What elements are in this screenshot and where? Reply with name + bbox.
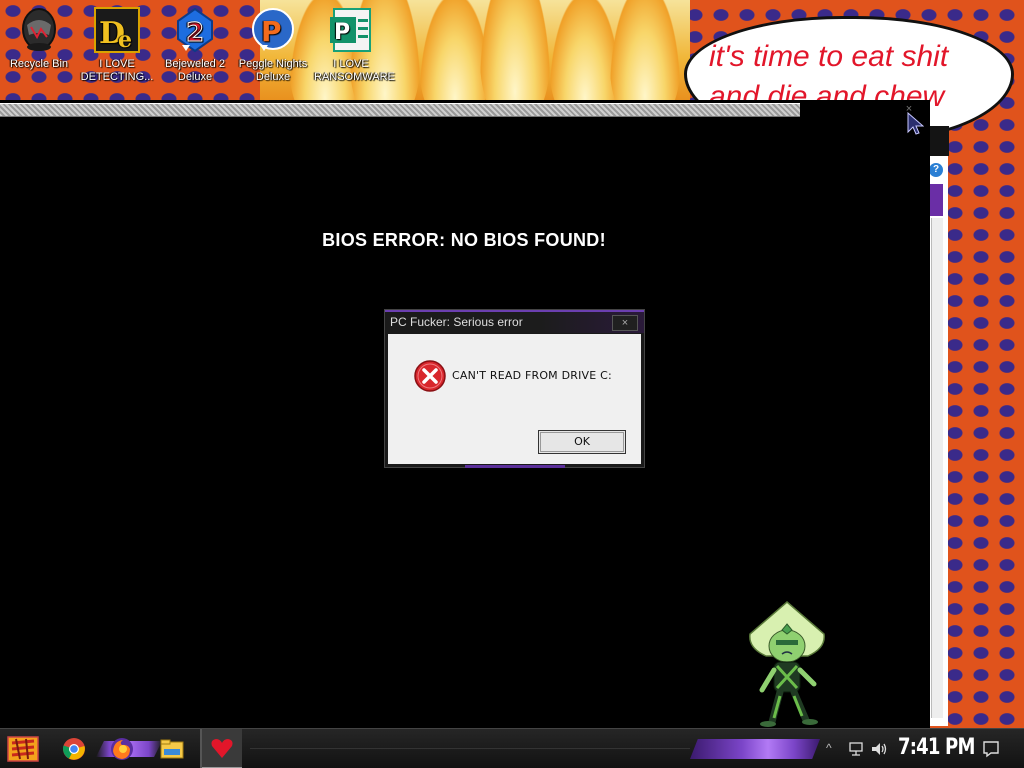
help-icon[interactable]: ? [929,163,943,177]
notification-icon[interactable] [982,740,1000,758]
dialog-title: PC Fucker: Serious error [390,315,523,329]
error-icon [414,360,446,392]
peggle-icon: P [249,6,297,54]
svg-text:e: e [118,27,132,53]
desktop-icon-detective[interactable]: D e I LOVE DETECTING... [80,6,154,84]
svg-text:P: P [334,20,350,45]
error-dialog: PC Fucker: Serious error × CAN'T READ FR… [384,309,645,468]
taskbar-clock[interactable]: 7:41 PM [898,735,975,760]
svg-text:2: 2 [186,18,204,48]
mouse-cursor-icon [907,112,924,135]
desktop-icon-label: I LOVE DETECTING... [80,58,154,83]
dialog-close-button[interactable]: × [612,315,638,331]
desktop-icon-ransomware[interactable]: P I LOVE RANSOMWARE [314,6,395,84]
dialog-body: CAN'T READ FROM DRIVE C: OK [388,334,641,464]
desktop-buddy-character[interactable] [744,600,830,728]
desktop-icon-label: Bejeweled 2 Deluxe [165,58,225,83]
ransomware-icon: P [327,6,375,54]
detective-icon: D e [93,6,141,54]
svg-text:P: P [261,15,282,48]
desktop-icon-bejeweled[interactable]: 2 Bejeweled 2 Deluxe [158,6,232,84]
taskbar-decoration-right [690,739,820,759]
desktop-icon-label: Recycle Bin [9,58,69,70]
desktop-icon-label: I LOVE RANSOMWARE [314,58,395,83]
chrome-icon [63,738,85,760]
titlebar-pattern [0,103,800,117]
ok-button[interactable]: OK [538,430,626,454]
bios-error-message: BIOS ERROR: NO BIOS FOUND! [322,230,606,250]
heart-icon [211,739,233,758]
bejeweled-icon: 2 [171,6,219,54]
start-icon[interactable] [6,735,40,763]
desktop-icon-recycle-bin[interactable]: Recycle Bin [2,6,76,71]
firefox-icon [111,738,133,760]
taskbar: ^ 7:41 PM [0,728,1024,768]
taskbar-chrome[interactable] [56,734,92,764]
volume-icon[interactable] [870,740,888,758]
tray-chevron-icon[interactable]: ^ [826,741,832,755]
desktop-icon-peggle[interactable]: P Peggle Nights Deluxe [236,6,310,84]
dialog-message: CAN'T READ FROM DRIVE C: [452,369,612,382]
taskbar-active-app[interactable] [202,729,242,768]
bios-window-titlebar[interactable]: × [0,100,930,118]
speech-line-1: it's time to eat shit [709,40,949,73]
network-icon[interactable] [848,741,864,757]
recycle-bin-icon [15,6,63,54]
taskbar-decoration-line [250,748,690,749]
file-explorer-icon [160,739,184,759]
dialog-accent [465,465,565,468]
desktop-icon-label: Peggle Nights Deluxe [238,58,308,83]
taskbar-firefox[interactable] [104,734,140,764]
background-window-scrollbar[interactable] [931,218,943,718]
taskbar-file-explorer[interactable] [154,734,190,764]
dialog-titlebar[interactable]: PC Fucker: Serious error × [385,310,644,333]
